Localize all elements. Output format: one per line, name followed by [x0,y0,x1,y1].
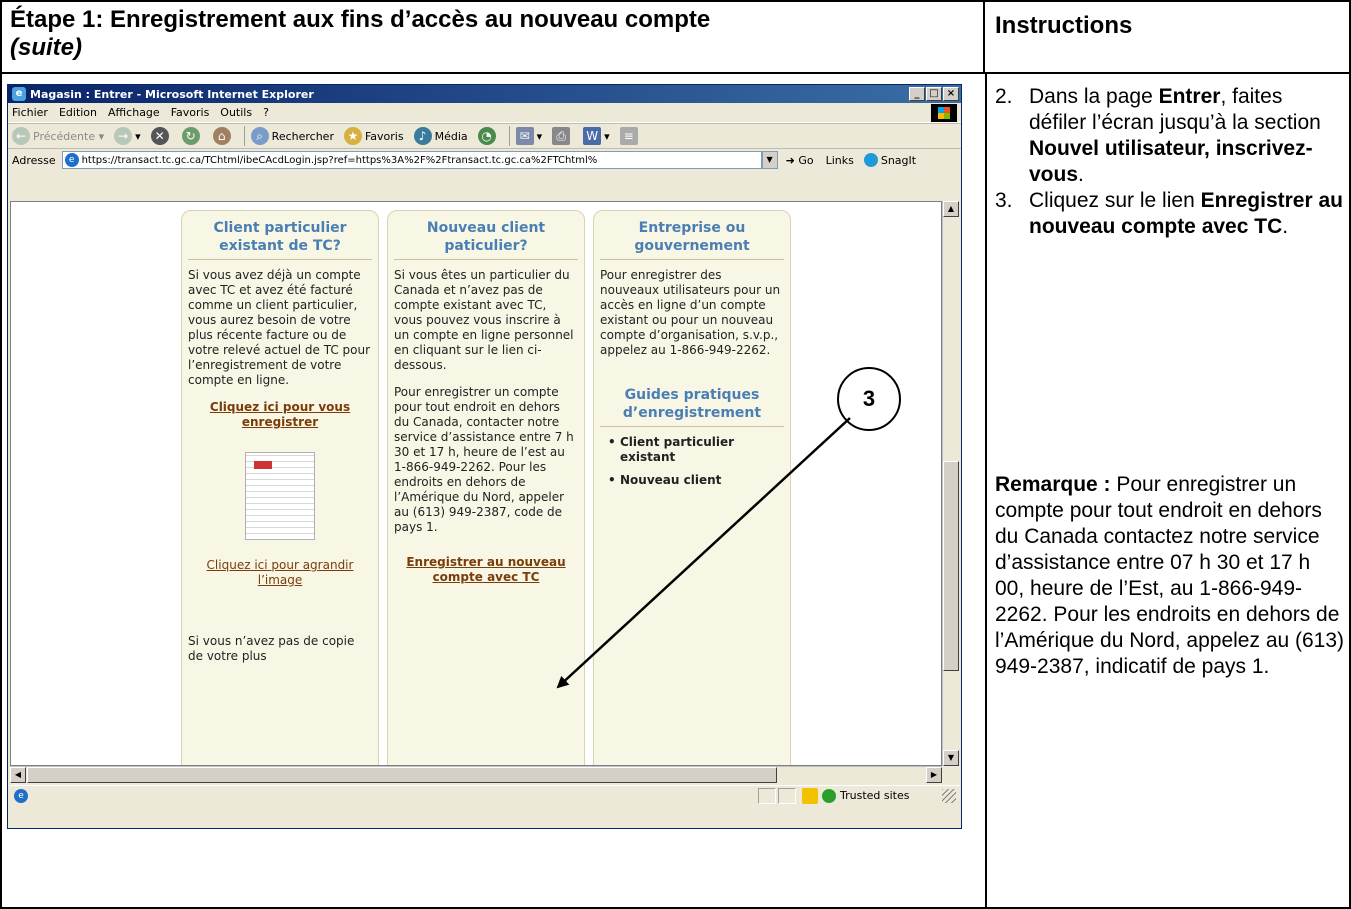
register-new-account-link[interactable]: Enregistrer au nouveau compte avec TC [394,555,578,585]
page-icon: e [64,153,79,167]
trusted-zone: Trusted sites [822,788,942,803]
step-title: Étape 1: Enregistrement aux fins d’accès… [10,6,711,33]
step-title-suffix: (suite) [10,34,82,61]
new-client-column: Nouveau client paticulier? Si vous êtes … [387,210,585,765]
search-icon: ⌕ [250,127,269,145]
instructions-header: Instructions [985,2,1349,74]
business-column: Entreprise ou gouvernement Pour enregist… [593,210,791,765]
note-text: Remarque : Pour enregistrer un compte po… [995,473,1345,678]
browser-titlebar: e Magasin : Entrer - Microsoft Internet … [8,85,961,103]
vertical-scrollbar[interactable]: ▲ ▼ [942,201,959,766]
history-button[interactable]: ◔ [477,127,499,145]
edit-button[interactable]: W ▾ [583,127,610,145]
guides-title: Guides pratiques d’enregistrement [600,386,784,427]
status-pane [758,787,776,804]
discuss-icon: ≡ [619,127,638,145]
instruction-step-2: 2. Dans la page Entrer, faites défiler l… [995,85,1321,186]
ie-icon: e [12,87,26,101]
browser-window: e Magasin : Entrer - Microsoft Internet … [7,84,962,829]
instructions-list: 2. Dans la page Entrer, faites défiler l… [995,84,1345,240]
print-icon: ⎙ [552,127,571,145]
address-bar: Adresse e https://transact.tc.gc.ca/TCht… [8,149,961,171]
menu-fichier[interactable]: Fichier [12,106,48,119]
media-button[interactable]: ♪ Média [413,127,468,145]
menu-edition[interactable]: Edition [59,106,97,119]
mail-icon: ✉ [515,127,534,145]
address-label: Adresse [12,153,56,167]
address-dropdown-button[interactable]: ▼ [761,151,778,169]
business-title: Entreprise ou gouvernement [600,219,784,260]
discuss-button[interactable]: ≡ [619,127,641,145]
toolbar-separator [243,126,245,146]
guide-existing-client[interactable]: Client particulier existant [608,435,784,465]
vertical-scroll-thumb[interactable] [943,461,959,671]
existing-client-column: Client particulier existant de TC? Si vo… [181,210,379,765]
stop-button[interactable]: ✕ [150,127,172,145]
trusted-check-icon [822,788,836,803]
toolbar-separator [508,126,510,146]
guides-list: Client particulier existant Nouveau clie… [600,435,784,488]
horizontal-scroll-thumb[interactable] [27,767,777,783]
menu-bar: Fichier Edition Affichage Favoris Outils… [8,103,961,123]
snagit-icon [863,153,878,167]
menu-favoris[interactable]: Favoris [171,106,210,119]
mail-button[interactable]: ✉ ▾ [515,127,542,145]
column-divider [985,74,987,907]
invoice-thumbnail[interactable] [245,452,315,540]
enlarge-image-link[interactable]: Cliquez ici pour agrandir l’image [188,558,372,588]
menu-affichage[interactable]: Affichage [108,106,160,119]
status-bar: e Trusted sites [10,785,960,805]
minimize-button[interactable]: _ [909,87,925,101]
print-button[interactable]: ⎙ [552,127,573,145]
instruction-step-3: 3. Cliquez sur le lien Enregistrer au no… [995,189,1343,238]
resize-grip-icon[interactable] [942,788,956,803]
maximize-button[interactable]: □ [926,87,942,101]
snagit-button[interactable]: SnagIt [863,153,916,167]
step-header: Étape 1: Enregistrement aux fins d’accès… [2,2,985,74]
new-client-text-outside: Pour enregistrer un compte pour tout end… [394,385,574,534]
go-button[interactable]: ➜ Go [786,154,814,167]
menu-help[interactable]: ? [263,106,269,119]
windows-logo-icon [931,103,957,122]
menu-outils[interactable]: Outils [220,106,252,119]
scroll-left-icon[interactable]: ◀ [10,767,26,783]
close-button[interactable]: × [943,87,959,101]
business-text: Pour enregistrer des nouveaux utilisateu… [600,268,781,357]
scroll-down-icon[interactable]: ▼ [943,750,959,766]
new-client-text: Si vous êtes un particulier du Canada et… [394,268,574,372]
address-input[interactable]: e https://transact.tc.gc.ca/TChtml/ibeCA… [61,151,762,169]
existing-client-footer: Si vous n’avez pas de copie de votre plu… [188,634,355,663]
links-button[interactable]: Links [826,154,854,167]
url-text: https://transact.tc.gc.ca/TChtml/ibeCAcd… [81,154,598,166]
register-existing-link[interactable]: Cliquez ici pour vous enregistrer [188,400,372,430]
horizontal-scrollbar[interactable]: ◀ ▶ [10,766,942,783]
home-button[interactable]: ⌂ [212,127,234,145]
edit-icon: W [583,127,602,145]
new-client-title: Nouveau client paticulier? [394,219,578,260]
back-button[interactable]: ← Précédente ▾ [12,127,104,145]
existing-client-text: Si vous avez déjà un compte avec TC et a… [188,268,371,387]
page-viewport: Client particulier existant de TC? Si vo… [10,201,942,766]
lock-icon [802,787,818,804]
scroll-up-icon[interactable]: ▲ [943,201,959,217]
refresh-button[interactable]: ↻ [181,127,203,145]
document-table: Étape 1: Enregistrement aux fins d’accès… [0,0,1351,909]
star-icon: ★ [343,127,362,145]
standard-toolbar: ← Précédente ▾ → ▾ ✕ ↻ ⌂ ⌕ Rechercher ★ Favo… [8,123,961,149]
step-callout: 3 [837,367,901,431]
window-title: Magasin : Entrer - Microsoft Internet Ex… [30,87,314,101]
favorites-button[interactable]: ★ Favoris [343,127,404,145]
forward-button[interactable]: → ▾ [114,127,141,145]
media-icon: ♪ [413,127,432,145]
guide-new-client[interactable]: Nouveau client [608,473,784,488]
scroll-right-icon[interactable]: ▶ [926,767,942,783]
search-button[interactable]: ⌕ Rechercher [250,127,334,145]
existing-client-title: Client particulier existant de TC? [188,219,372,260]
history-icon: ◔ [477,127,496,145]
status-page-icon: e [14,788,28,803]
status-pane [778,787,796,804]
